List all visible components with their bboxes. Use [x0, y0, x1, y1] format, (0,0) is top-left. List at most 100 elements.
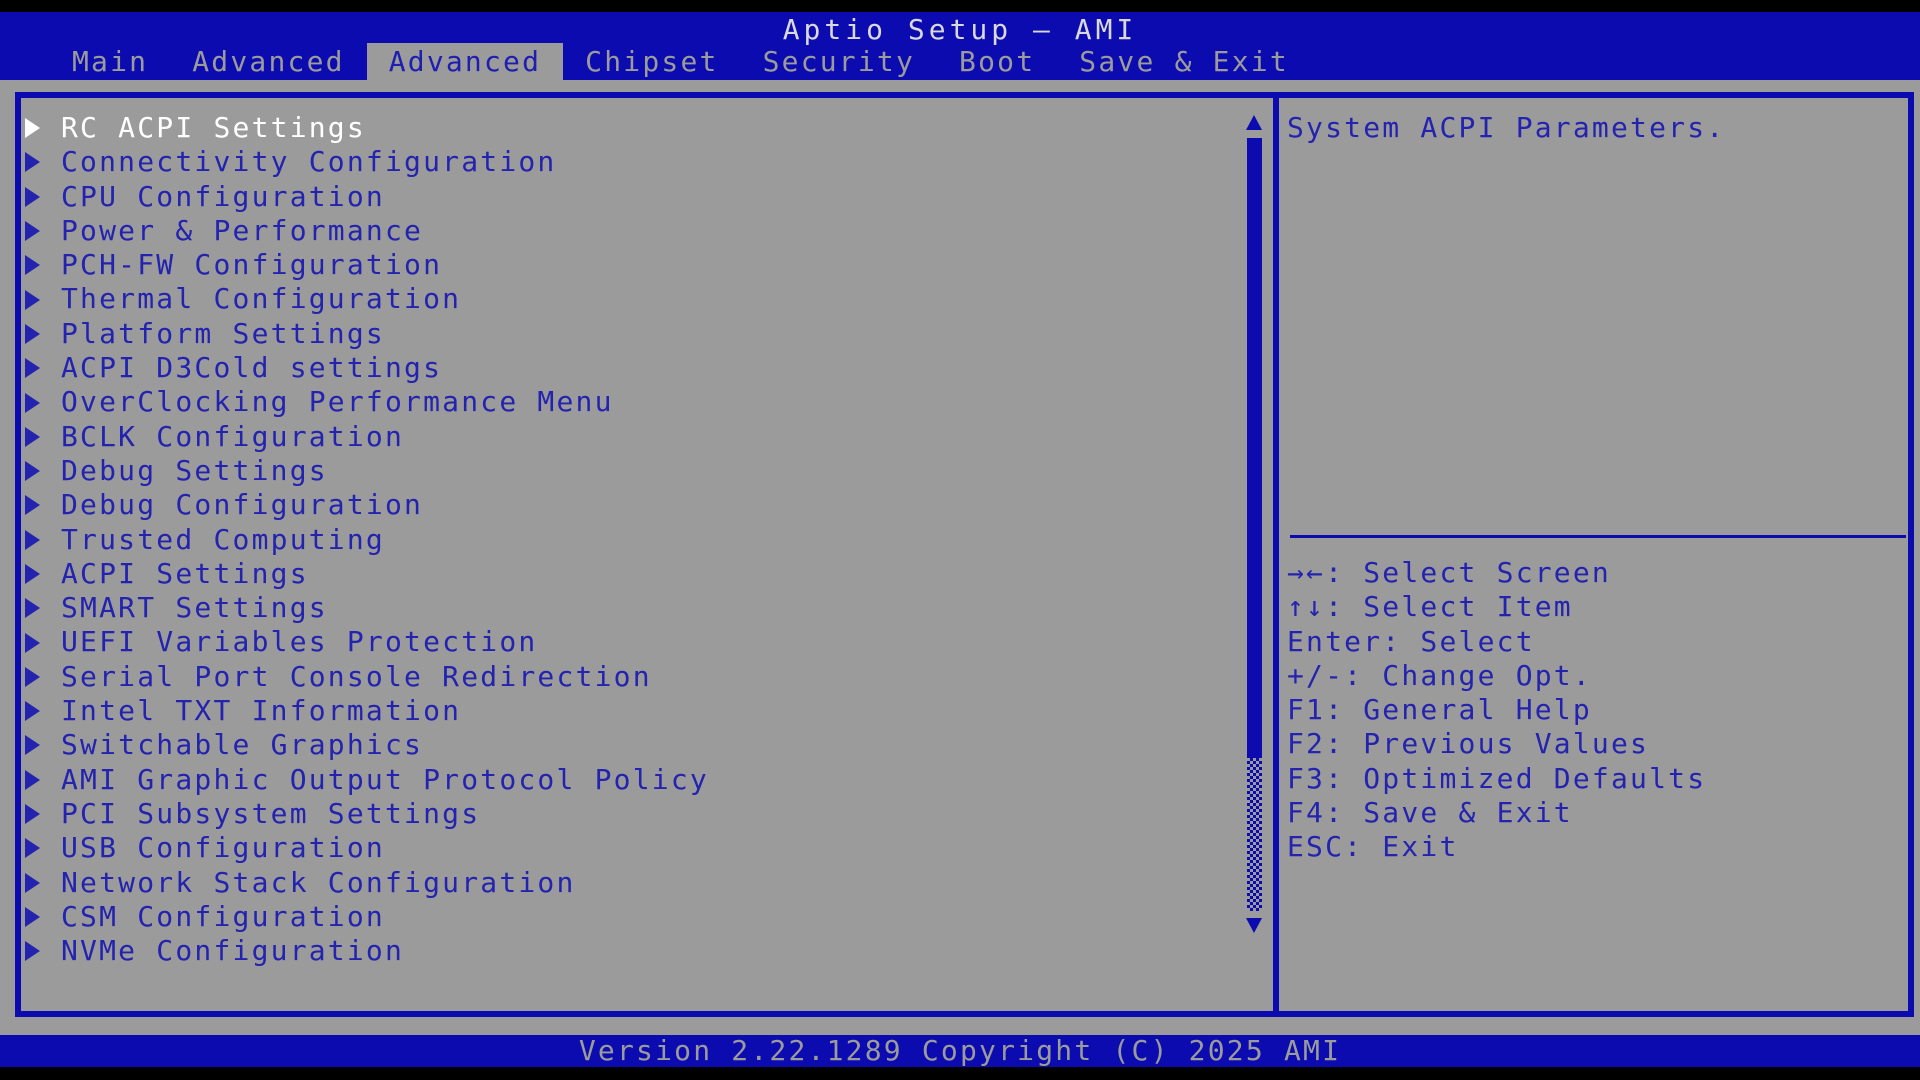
- menu-item-trusted-computing[interactable]: Trusted Computing: [21, 523, 1201, 557]
- submenu-arrow-icon: [25, 907, 40, 927]
- menu-item-label: Trusted Computing: [61, 523, 385, 557]
- submenu-arrow-icon: [25, 427, 40, 447]
- menu-item-switchable-graphics[interactable]: Switchable Graphics: [21, 728, 1201, 762]
- submenu-arrow-icon: [25, 530, 40, 550]
- menu-item-label: Switchable Graphics: [61, 728, 423, 762]
- scrollbar-track[interactable]: [1247, 758, 1262, 911]
- menu-item-label: Network Stack Configuration: [61, 866, 576, 900]
- menu-item-label: UEFI Variables Protection: [61, 625, 537, 659]
- shortcut-line: Enter: Select: [1287, 625, 1706, 659]
- tab-chipset[interactable]: Chipset: [563, 43, 740, 80]
- menu-item-uefi-variables-protection[interactable]: UEFI Variables Protection: [21, 625, 1201, 659]
- menu-item-label: Debug Settings: [61, 454, 328, 488]
- submenu-arrow-icon: [25, 598, 40, 618]
- menu-item-label: PCH-FW Configuration: [61, 248, 442, 282]
- submenu-arrow-icon: [25, 290, 40, 310]
- submenu-arrow-icon: [25, 255, 40, 275]
- submenu-arrow-icon: [25, 941, 40, 961]
- version-bar: Version 2.22.1289 Copyright (C) 2025 AMI: [0, 1035, 1920, 1067]
- menu-item-label: SMART Settings: [61, 591, 328, 625]
- menu-item-label: Platform Settings: [61, 317, 385, 351]
- scrollbar-thumb[interactable]: [1247, 138, 1262, 758]
- menu-item-label: CPU Configuration: [61, 180, 385, 214]
- menu-item-power-performance[interactable]: Power & Performance: [21, 214, 1201, 248]
- submenu-list: RC ACPI SettingsConnectivity Configurati…: [21, 111, 1201, 968]
- submenu-arrow-icon: [25, 804, 40, 824]
- submenu-arrow-icon: [25, 495, 40, 515]
- tab-security[interactable]: Security: [741, 43, 937, 80]
- menu-item-debug-configuration[interactable]: Debug Configuration: [21, 488, 1201, 522]
- menu-item-pci-subsystem-settings[interactable]: PCI Subsystem Settings: [21, 797, 1201, 831]
- menu-item-csm-configuration[interactable]: CSM Configuration: [21, 900, 1201, 934]
- submenu-arrow-icon: [25, 838, 40, 858]
- submenu-arrow-icon: [25, 152, 40, 172]
- submenu-arrow-icon: [25, 461, 40, 481]
- tab-save-exit[interactable]: Save & Exit: [1057, 43, 1311, 80]
- tab-main[interactable]: Main: [50, 43, 170, 80]
- menu-item-label: OverClocking Performance Menu: [61, 385, 614, 419]
- shortcut-line: ↑↓: Select Item: [1287, 590, 1706, 624]
- menu-item-label: PCI Subsystem Settings: [61, 797, 480, 831]
- menu-item-label: Debug Configuration: [61, 488, 423, 522]
- submenu-arrow-icon: [25, 735, 40, 755]
- app-title: Aptio Setup – AMI: [0, 13, 1920, 47]
- submenu-arrow-icon: [25, 770, 40, 790]
- menu-item-nvme-configuration[interactable]: NVMe Configuration: [21, 934, 1201, 968]
- menu-item-label: CSM Configuration: [61, 900, 385, 934]
- menu-item-serial-port-console-redirection[interactable]: Serial Port Console Redirection: [21, 660, 1201, 694]
- menu-item-acpi-d3cold-settings[interactable]: ACPI D3Cold settings: [21, 351, 1201, 385]
- submenu-arrow-icon: [25, 667, 40, 687]
- shortcut-line: F4: Save & Exit: [1287, 796, 1706, 830]
- menu-item-overclocking-performance-menu[interactable]: OverClocking Performance Menu: [21, 385, 1201, 419]
- panel-divider: [1273, 92, 1279, 1017]
- menu-item-platform-settings[interactable]: Platform Settings: [21, 317, 1201, 351]
- item-help-text: System ACPI Parameters.: [1287, 111, 1725, 145]
- menu-item-usb-configuration[interactable]: USB Configuration: [21, 831, 1201, 865]
- submenu-arrow-icon: [25, 118, 40, 138]
- menu-item-label: Thermal Configuration: [61, 282, 461, 316]
- submenu-arrow-icon: [25, 358, 40, 378]
- menu-item-label: Intel TXT Information: [61, 694, 461, 728]
- tab-boot[interactable]: Boot: [937, 43, 1057, 80]
- menu-item-ami-graphic-output-protocol-policy[interactable]: AMI Graphic Output Protocol Policy: [21, 763, 1201, 797]
- submenu-arrow-icon: [25, 701, 40, 721]
- menu-item-smart-settings[interactable]: SMART Settings: [21, 591, 1201, 625]
- shortcut-line: →←: Select Screen: [1287, 556, 1706, 590]
- scroll-down-icon[interactable]: [1246, 918, 1262, 933]
- menu-item-label: Power & Performance: [61, 214, 423, 248]
- shortcut-list: →←: Select Screen↑↓: Select ItemEnter: S…: [1287, 556, 1706, 865]
- shortcut-line: F2: Previous Values: [1287, 727, 1706, 761]
- shortcut-line: +/-: Change Opt.: [1287, 659, 1706, 693]
- menu-item-intel-txt-information[interactable]: Intel TXT Information: [21, 694, 1201, 728]
- menu-item-cpu-configuration[interactable]: CPU Configuration: [21, 180, 1201, 214]
- tab-advanced[interactable]: Advanced: [170, 43, 366, 80]
- menu-item-rc-acpi-settings[interactable]: RC ACPI Settings: [21, 111, 1201, 145]
- menu-item-label: Serial Port Console Redirection: [61, 660, 652, 694]
- menu-item-label: Connectivity Configuration: [61, 145, 557, 179]
- menu-item-label: AMI Graphic Output Protocol Policy: [61, 763, 709, 797]
- shortcut-line: ESC: Exit: [1287, 830, 1706, 864]
- menu-item-label: USB Configuration: [61, 831, 385, 865]
- scroll-up-icon[interactable]: [1246, 115, 1262, 130]
- menu-item-label: ACPI D3Cold settings: [61, 351, 442, 385]
- header-bar: Aptio Setup – AMI MainAdvancedAdvancedCh…: [0, 12, 1920, 80]
- menu-item-acpi-settings[interactable]: ACPI Settings: [21, 557, 1201, 591]
- bios-setup-screen: Aptio Setup – AMI MainAdvancedAdvancedCh…: [0, 0, 1920, 1080]
- menu-item-debug-settings[interactable]: Debug Settings: [21, 454, 1201, 488]
- menu-item-label: RC ACPI Settings: [61, 111, 366, 145]
- menu-item-bclk-configuration[interactable]: BCLK Configuration: [21, 420, 1201, 454]
- submenu-arrow-icon: [25, 873, 40, 893]
- tab-advanced-2[interactable]: Advanced: [367, 43, 563, 80]
- submenu-arrow-icon: [25, 221, 40, 241]
- submenu-arrow-icon: [25, 324, 40, 344]
- submenu-arrow-icon: [25, 564, 40, 584]
- menu-item-label: NVMe Configuration: [61, 934, 404, 968]
- menu-item-thermal-configuration[interactable]: Thermal Configuration: [21, 282, 1201, 316]
- shortcut-line: F1: General Help: [1287, 693, 1706, 727]
- menu-item-connectivity-configuration[interactable]: Connectivity Configuration: [21, 145, 1201, 179]
- shortcut-line: F3: Optimized Defaults: [1287, 762, 1706, 796]
- menu-item-network-stack-configuration[interactable]: Network Stack Configuration: [21, 866, 1201, 900]
- help-panel-divider: [1290, 535, 1906, 538]
- menu-item-label: BCLK Configuration: [61, 420, 404, 454]
- menu-item-pch-fw-configuration[interactable]: PCH-FW Configuration: [21, 248, 1201, 282]
